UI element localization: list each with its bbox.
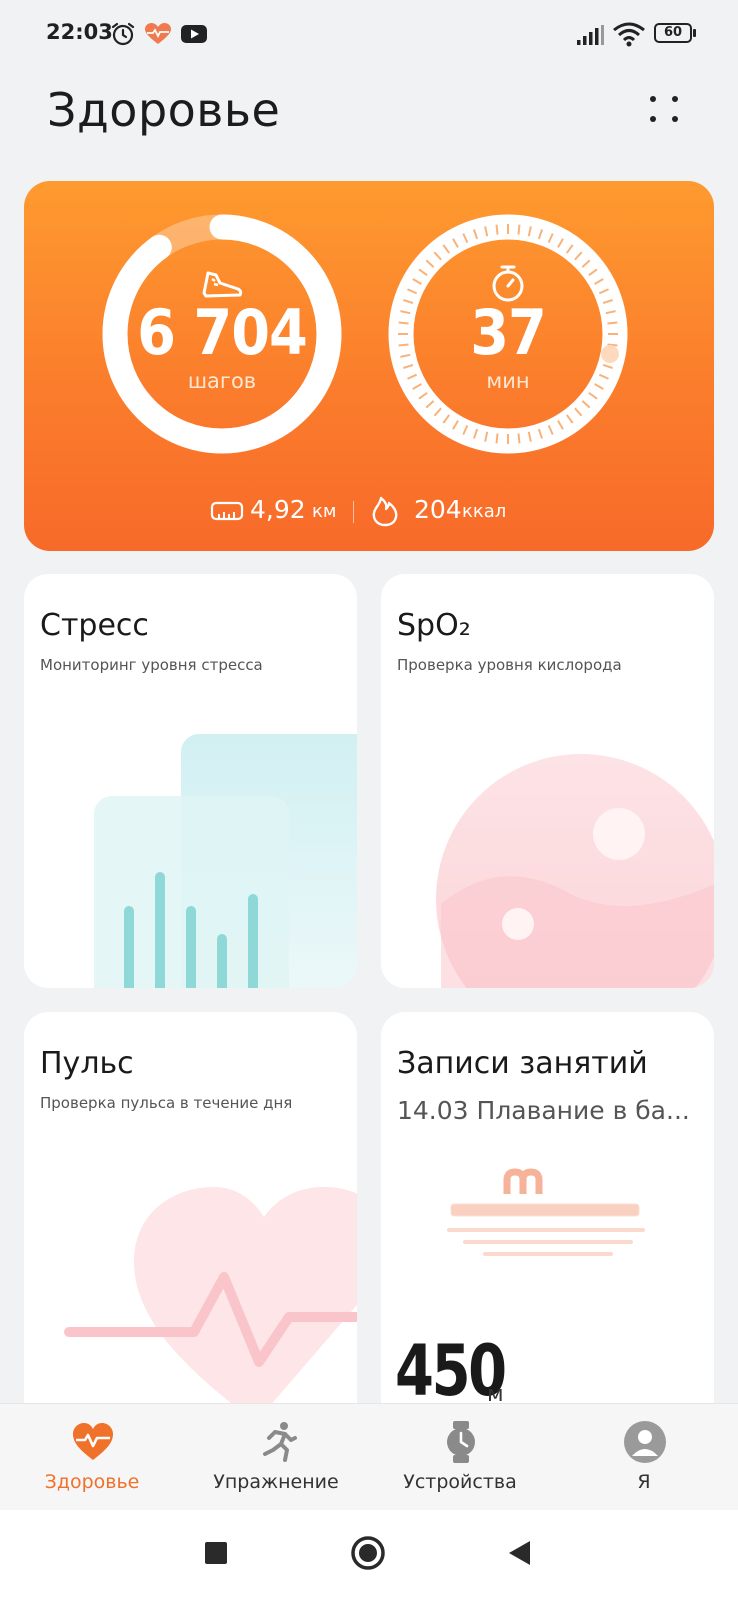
bottom-nav: Здоровье Упражнение Устройства Я — [0, 1403, 738, 1511]
distance-value: 4,92 — [250, 495, 306, 524]
ring-tick — [517, 224, 521, 235]
workouts-title: Записи занятий — [397, 1046, 648, 1081]
pulse-title: Пульс — [40, 1046, 134, 1081]
health-heart-icon — [145, 23, 171, 44]
workouts-subtitle: 14.03 Плавание в ба... — [397, 1096, 690, 1125]
pulse-subtitle: Проверка пульса в течение дня — [40, 1094, 293, 1112]
nav-label-me: Я — [637, 1471, 651, 1493]
distance-ruler-icon — [210, 501, 244, 521]
nav-item-health[interactable]: Здоровье — [0, 1404, 184, 1511]
activity-card[interactable]: 6 704 шагов 37 мин 4,92 км 204 ккал — [24, 181, 714, 551]
nav-item-exercise[interactable]: Упражнение — [184, 1404, 368, 1511]
ring-tick — [495, 224, 499, 235]
nav-label-exercise: Упражнение — [213, 1471, 339, 1493]
distance-unit: км — [312, 501, 337, 522]
running-icon — [263, 1422, 297, 1462]
calories-unit: ккал — [462, 501, 507, 522]
ring-tick — [495, 433, 499, 444]
workouts-card[interactable]: Записи занятий 14.03 Плавание в ба... 45… — [381, 1012, 714, 1403]
stress-card[interactable]: Стресс Мониторинг уровня стресса — [24, 574, 357, 988]
spo2-subtitle: Проверка уровня кислорода — [397, 656, 622, 674]
steps-unit: шагов — [187, 369, 257, 393]
activity-stats: 4,92 км 204 ккал — [24, 491, 714, 531]
status-time: 22:03 — [46, 20, 113, 44]
calories-value: 204 — [414, 495, 462, 524]
signal-icon — [577, 25, 604, 45]
system-nav-bar — [0, 1510, 738, 1599]
flame-icon — [372, 496, 398, 527]
stats-divider — [353, 501, 354, 523]
heart-pulse-icon — [73, 1423, 113, 1460]
youtube-icon — [181, 25, 207, 43]
spo2-card[interactable]: SpO₂ Проверка уровня кислорода — [381, 574, 714, 988]
ring-tick — [517, 433, 521, 444]
status-bar: 22:03 60 — [0, 0, 738, 70]
watch-icon — [447, 1421, 475, 1463]
pulse-card[interactable]: Пульс Проверка пульса в течение дня — [24, 1012, 357, 1403]
nav-label-devices: Устройства — [403, 1471, 517, 1493]
back-triangle-icon[interactable] — [506, 1538, 532, 1568]
dots-grid-icon[interactable] — [642, 88, 686, 132]
spo2-title: SpO₂ — [397, 608, 471, 643]
recents-square-icon[interactable] — [203, 1540, 229, 1566]
home-circle-icon[interactable] — [350, 1535, 386, 1571]
workout-distance-unit: м — [487, 1382, 504, 1403]
minutes-unit: мин — [486, 369, 530, 393]
steps-value: 6 704 — [137, 296, 308, 369]
nav-item-devices[interactable]: Устройства — [368, 1404, 552, 1511]
stress-subtitle: Мониторинг уровня стресса — [40, 656, 263, 674]
stress-title: Стресс — [40, 608, 149, 643]
profile-icon — [624, 1421, 666, 1463]
battery-icon: 60 — [654, 23, 696, 43]
page-title: Здоровье — [47, 83, 281, 137]
alarm-icon — [111, 22, 135, 46]
nav-item-me[interactable]: Я — [552, 1404, 736, 1511]
wifi-icon — [613, 22, 645, 47]
minutes-value: 37 — [470, 296, 547, 369]
nav-label-health: Здоровье — [44, 1471, 140, 1493]
